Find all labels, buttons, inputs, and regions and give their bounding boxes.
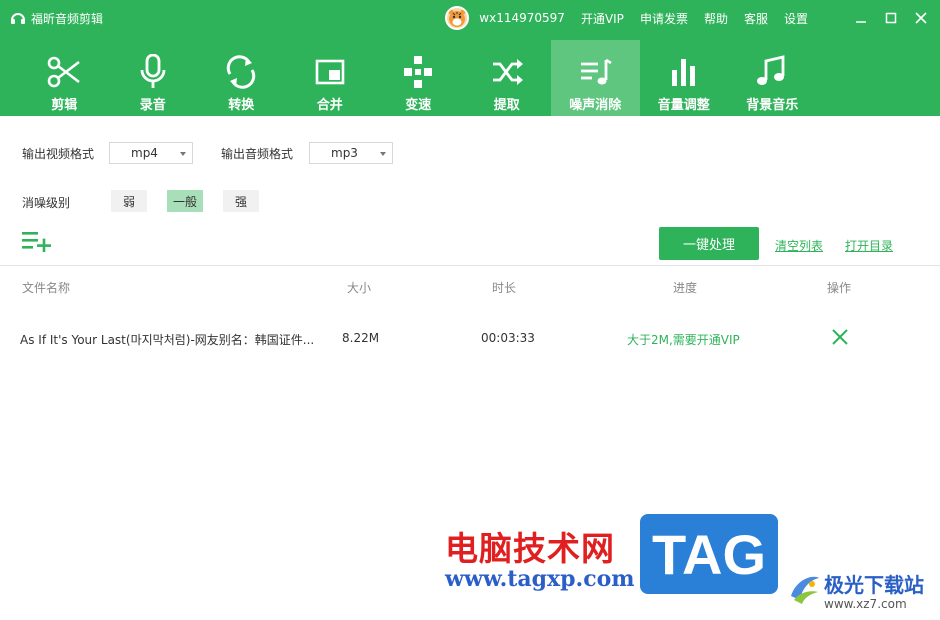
maximize-icon bbox=[885, 12, 897, 24]
col-header-filename: 文件名称 bbox=[22, 281, 71, 295]
customer-service-link[interactable]: 客服 bbox=[744, 10, 768, 27]
level-weak-button[interactable]: 弱 bbox=[111, 190, 147, 212]
audio-format-select[interactable]: mp3 bbox=[309, 142, 393, 164]
minimize-icon bbox=[856, 21, 866, 23]
watermark-cn-text: 电脑技术网 bbox=[445, 529, 615, 568]
open-directory-link[interactable]: 打开目录 bbox=[845, 237, 893, 254]
file-name-cell: As If It's Your Last(마지막처럼)-网友别名：韩国证件... bbox=[20, 333, 315, 347]
speed-icon bbox=[404, 56, 433, 88]
music-note-icon bbox=[757, 55, 785, 85]
app-title-text: 福昕音频剪辑 bbox=[31, 11, 104, 26]
convert-icon bbox=[227, 55, 256, 89]
headphones-logo-icon bbox=[11, 13, 25, 24]
nav-background-music[interactable]: 背景音乐 bbox=[728, 40, 817, 116]
volume-bars-icon bbox=[671, 59, 695, 86]
close-button[interactable] bbox=[906, 4, 936, 32]
avatar[interactable] bbox=[445, 6, 470, 30]
audio-format-value: mp3 bbox=[331, 146, 358, 160]
nav-label: 录音 bbox=[139, 98, 166, 113]
nav-volume[interactable]: 音量调整 bbox=[640, 40, 729, 116]
nav-merge[interactable]: 合并 bbox=[286, 40, 375, 116]
title-bar: 福昕音频剪辑 wx114970597 开通VIP 申请发票 帮助 客服 设置 剪… bbox=[0, 0, 940, 116]
file-duration-cell: 00:03:33 bbox=[481, 331, 535, 345]
col-header-duration: 时长 bbox=[492, 281, 517, 295]
file-size-cell: 8.22M bbox=[342, 331, 380, 345]
scissors-icon bbox=[47, 56, 81, 88]
nav-label: 噪声消除 bbox=[569, 98, 622, 113]
add-files-icon[interactable] bbox=[22, 230, 52, 252]
table-divider bbox=[0, 265, 940, 266]
col-header-progress: 进度 bbox=[673, 281, 698, 295]
nav-label: 合并 bbox=[316, 98, 343, 113]
aurora-logo-icon bbox=[791, 576, 819, 604]
extract-icon bbox=[492, 59, 523, 85]
close-icon bbox=[915, 12, 927, 24]
nav-label: 转换 bbox=[228, 98, 255, 113]
microphone-icon bbox=[140, 54, 166, 88]
nav-noise-removal[interactable]: 噪声消除 bbox=[551, 40, 640, 116]
col-header-size: 大小 bbox=[347, 281, 372, 295]
main-nav: 剪辑 录音 转换 合并 变速 提取 噪声消除 音量调整 背景音乐 bbox=[20, 40, 817, 116]
level-strong-button[interactable]: 强 bbox=[223, 190, 259, 212]
nav-extract[interactable]: 提取 bbox=[463, 40, 552, 116]
minimize-button[interactable] bbox=[846, 4, 876, 32]
nav-convert[interactable]: 转换 bbox=[197, 40, 286, 116]
maximize-button[interactable] bbox=[876, 4, 906, 32]
app-title: 福昕音频剪辑 bbox=[10, 9, 103, 27]
col-header-actions: 操作 bbox=[827, 281, 852, 295]
nav-label: 变速 bbox=[405, 98, 432, 113]
watermark-site: 极光下载站 www.xz7.com bbox=[788, 566, 934, 616]
video-format-label: 输出视频格式 bbox=[22, 147, 95, 161]
nav-label: 音量调整 bbox=[657, 98, 710, 113]
clear-list-link[interactable]: 清空列表 bbox=[775, 237, 823, 254]
top-right-bar: wx114970597 开通VIP 申请发票 帮助 客服 设置 bbox=[445, 4, 940, 32]
help-link[interactable]: 帮助 bbox=[704, 10, 728, 27]
tiger-avatar-icon bbox=[448, 9, 466, 27]
video-format-value: mp4 bbox=[131, 146, 158, 160]
watermark-tag-logo: TAG bbox=[640, 514, 778, 594]
watermark-site-url: www.xz7.com bbox=[824, 597, 907, 611]
settings-link[interactable]: 设置 bbox=[784, 10, 808, 27]
merge-icon bbox=[315, 59, 345, 85]
open-vip-link[interactable]: 开通VIP bbox=[581, 10, 624, 27]
chevron-down-icon bbox=[380, 152, 386, 156]
nav-cut[interactable]: 剪辑 bbox=[20, 40, 109, 116]
noise-level-label: 消噪级别 bbox=[22, 196, 71, 210]
chevron-down-icon bbox=[180, 152, 186, 156]
file-progress-cell: 大于2M,需要开通VIP bbox=[627, 333, 740, 347]
nav-record[interactable]: 录音 bbox=[109, 40, 198, 116]
username: wx114970597 bbox=[479, 11, 565, 25]
nav-label: 背景音乐 bbox=[746, 98, 799, 113]
nav-label: 提取 bbox=[493, 98, 520, 113]
watermark-site-name: 极光下载站 bbox=[824, 573, 924, 597]
noise-removal-icon bbox=[581, 58, 612, 85]
watermark-url-text: www.tagxp.com bbox=[445, 566, 635, 592]
apply-invoice-link[interactable]: 申请发票 bbox=[640, 10, 688, 27]
audio-format-label: 输出音频格式 bbox=[221, 147, 294, 161]
process-all-button[interactable]: 一键处理 bbox=[659, 227, 759, 260]
level-normal-button[interactable]: 一般 bbox=[167, 190, 203, 212]
nav-label: 剪辑 bbox=[51, 98, 78, 113]
delete-x-icon[interactable] bbox=[831, 328, 849, 346]
video-format-select[interactable]: mp4 bbox=[109, 142, 193, 164]
nav-speed[interactable]: 变速 bbox=[374, 40, 463, 116]
